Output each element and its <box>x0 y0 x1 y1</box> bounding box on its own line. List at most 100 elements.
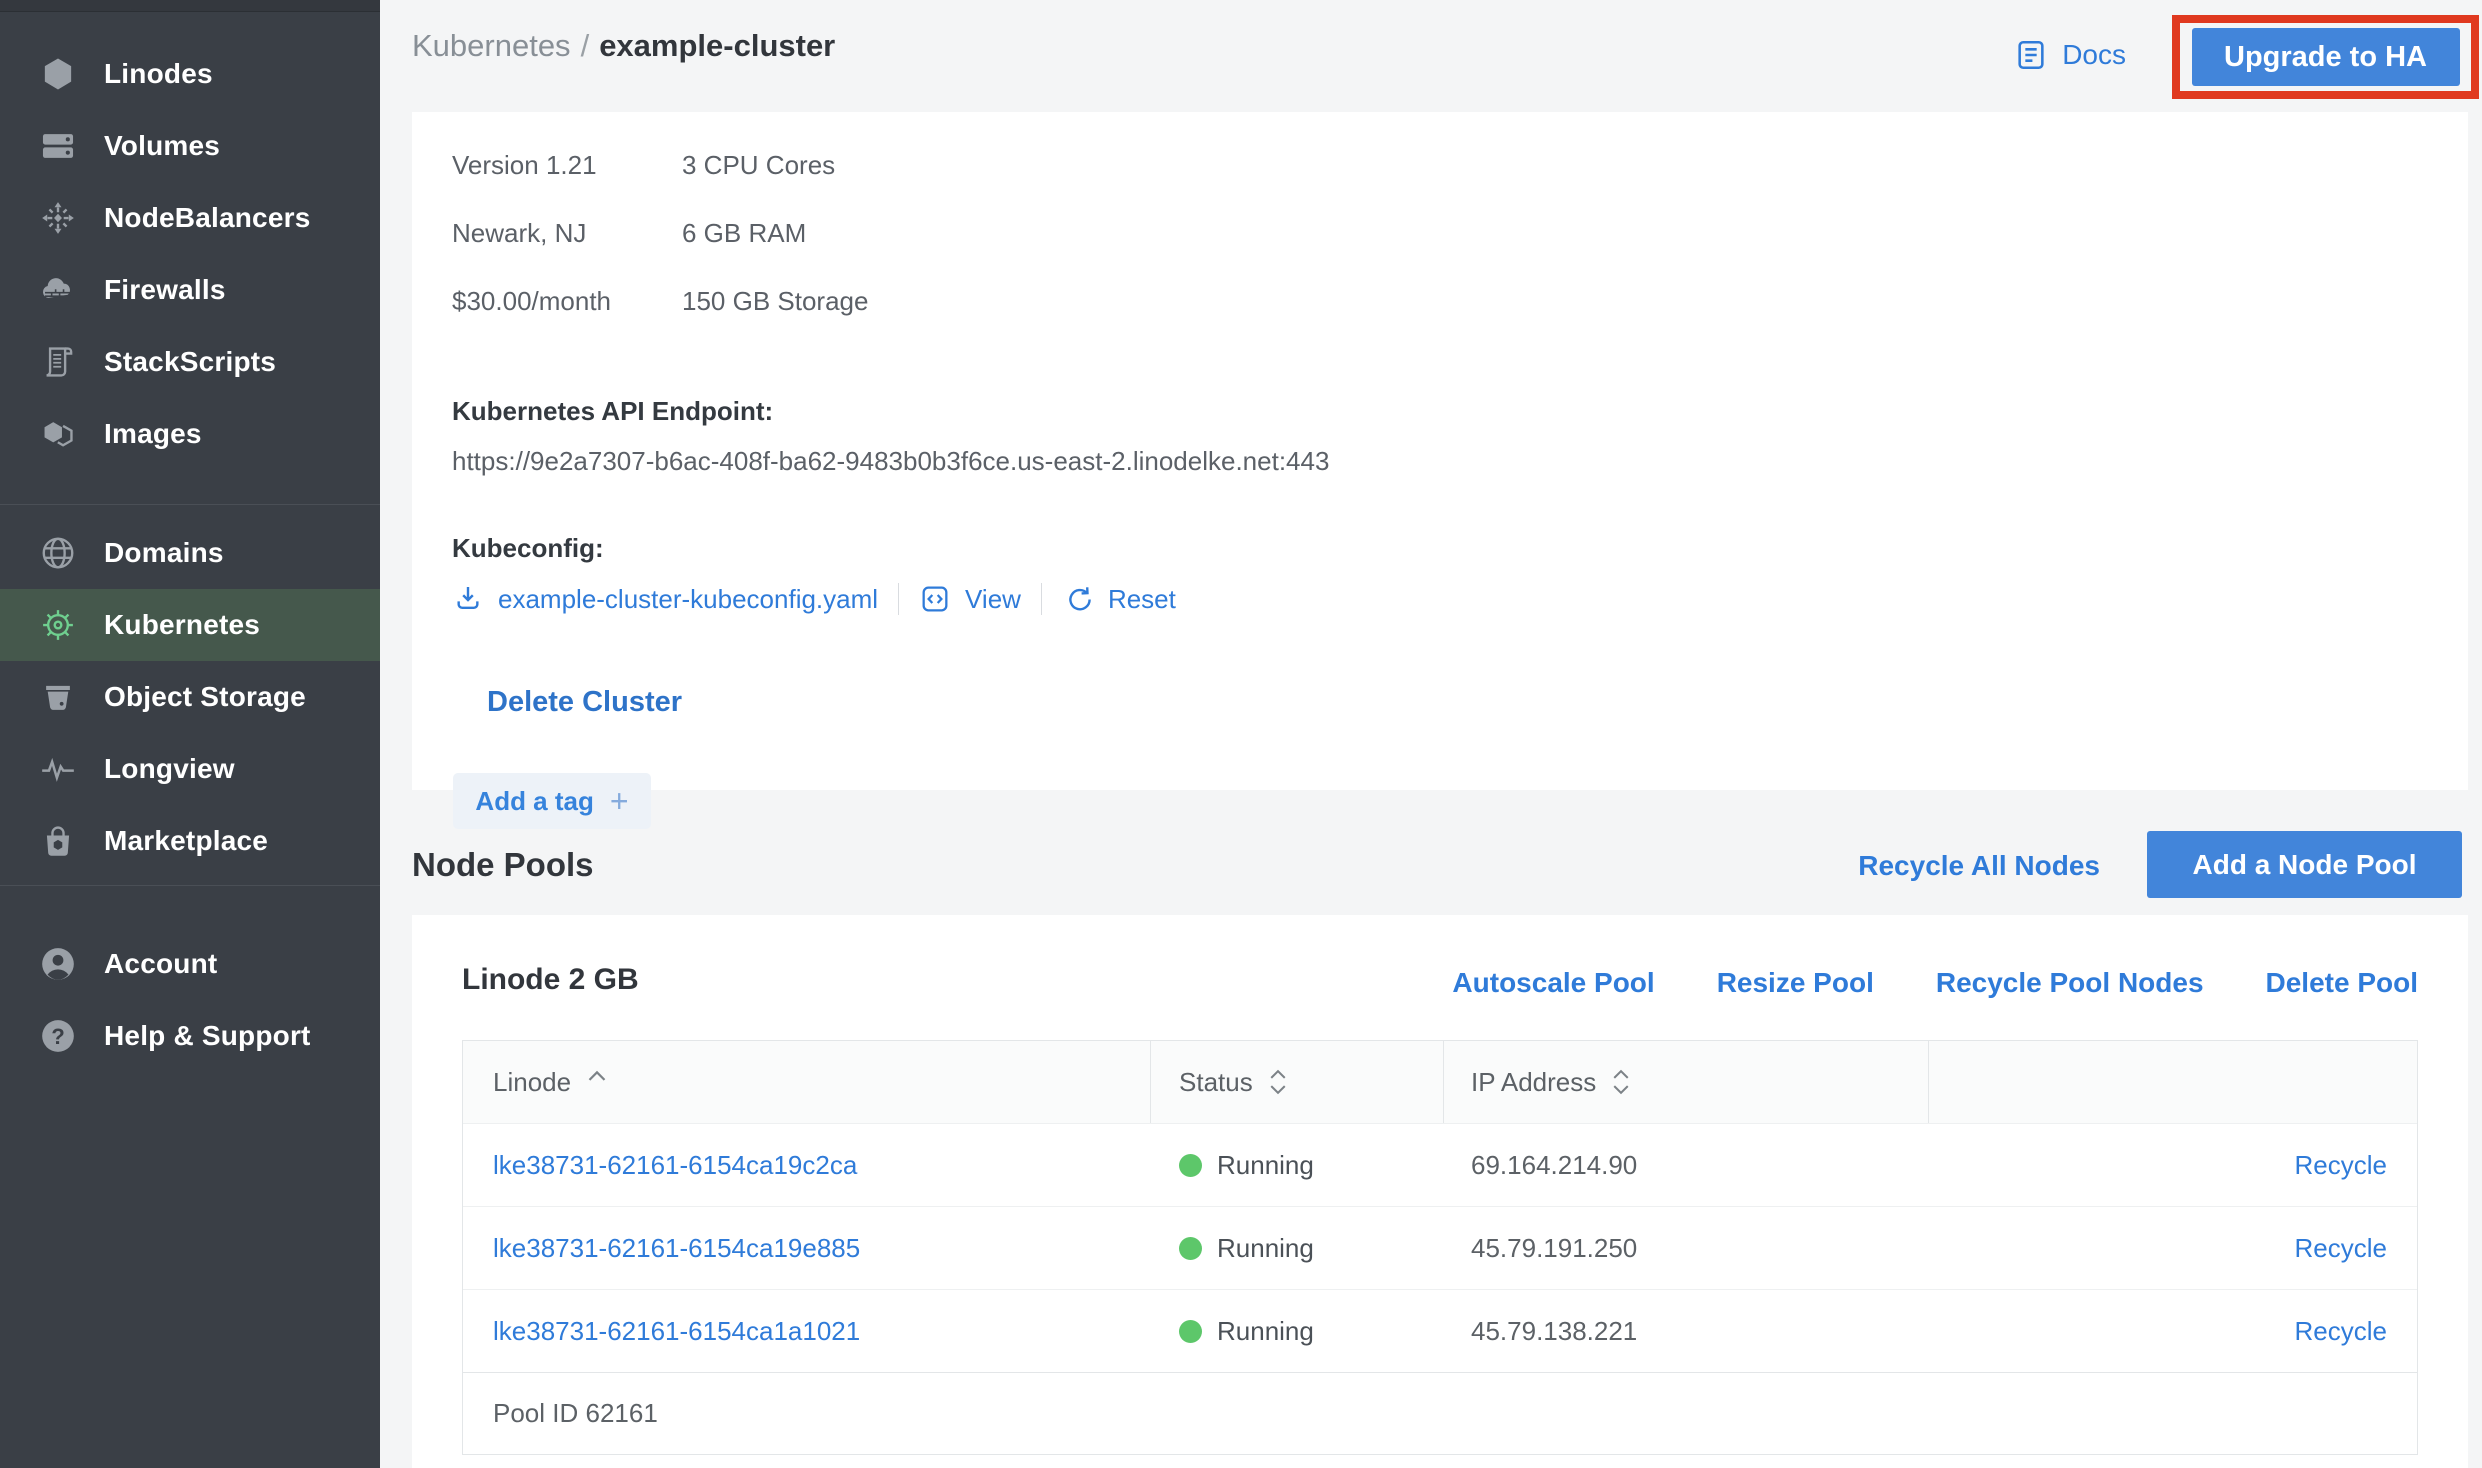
column-header-actions <box>1929 1041 2417 1123</box>
kubeconfig-label: Kubeconfig: <box>452 533 2428 564</box>
recycle-all-nodes-link[interactable]: Recycle All Nodes <box>1858 850 2100 882</box>
status-dot <box>1179 1237 1202 1260</box>
sidebar-top-strip <box>0 0 380 12</box>
sidebar-item-label: Marketplace <box>104 825 268 857</box>
linode-icon <box>36 52 80 96</box>
add-tag-button[interactable]: Add a tag + <box>453 773 651 829</box>
node-link[interactable]: lke38731-62161-6154ca19c2ca <box>493 1150 857 1181</box>
recycle-node-link[interactable]: Recycle <box>2295 1150 2387 1181</box>
recycle-node-link[interactable]: Recycle <box>2295 1233 2387 1264</box>
add-node-pool-button[interactable]: Add a Node Pool <box>2147 831 2462 898</box>
cluster-version: Version 1.21 <box>452 152 682 178</box>
sidebar-item-nodebalancers[interactable]: NodeBalancers <box>0 182 380 254</box>
sidebar-item-label: Domains <box>104 537 224 569</box>
reset-kubeconfig-link[interactable]: Reset <box>1108 584 1176 615</box>
help-icon: ? <box>36 1014 80 1058</box>
linode-cloud-manager: Linodes Volumes NodeBalancers Firewalls <box>0 0 2482 1468</box>
docs-label: Docs <box>2062 39 2126 71</box>
download-icon[interactable] <box>452 583 484 615</box>
sidebar-item-object-storage[interactable]: Object Storage <box>0 661 380 733</box>
autoscale-pool-link[interactable]: Autoscale Pool <box>1452 967 1654 999</box>
node-pools-title: Node Pools <box>412 846 594 884</box>
recycle-node-link[interactable]: Recycle <box>2295 1316 2387 1347</box>
delete-pool-link[interactable]: Delete Pool <box>2266 967 2418 999</box>
kubeconfig-file-link[interactable]: example-cluster-kubeconfig.yaml <box>498 584 878 615</box>
resize-pool-link[interactable]: Resize Pool <box>1717 967 1874 999</box>
docs-file-icon <box>2014 38 2048 72</box>
ip-address: 69.164.214.90 <box>1471 1150 1637 1181</box>
sidebar-item-label: Kubernetes <box>104 609 260 641</box>
cluster-summary-grid: Version 1.21 3 CPU Cores Newark, NJ 6 GB… <box>452 152 2428 356</box>
api-endpoint-label: Kubernetes API Endpoint: <box>452 396 2428 427</box>
upgrade-to-ha-button[interactable]: Upgrade to HA <box>2192 28 2460 86</box>
pool-header: Linode 2 GB Autoscale Pool Resize Pool R… <box>462 915 2418 1040</box>
table-row: lke38731-62161-6154ca19c2ca Running 69.1… <box>463 1123 2417 1206</box>
longview-icon <box>36 747 80 791</box>
sidebar-item-help-support[interactable]: ? Help & Support <box>0 1000 380 1072</box>
annotation-highlight-rect: Upgrade to HA <box>2172 15 2479 99</box>
sort-both-icon <box>1612 1069 1630 1095</box>
sidebar-item-label: Object Storage <box>104 681 306 713</box>
node-link[interactable]: lke38731-62161-6154ca19e885 <box>493 1233 860 1264</box>
column-header-linode[interactable]: Linode <box>463 1041 1151 1123</box>
pool-name: Linode 2 GB <box>462 963 639 997</box>
pool-id-row: Pool ID 62161 <box>463 1372 2417 1454</box>
view-kubeconfig-link[interactable]: View <box>965 584 1021 615</box>
sidebar: Linodes Volumes NodeBalancers Firewalls <box>0 0 380 1468</box>
sidebar-item-volumes[interactable]: Volumes <box>0 110 380 182</box>
sidebar-item-linodes[interactable]: Linodes <box>0 38 380 110</box>
ip-address: 45.79.191.250 <box>1471 1233 1637 1264</box>
volumes-icon <box>36 124 80 168</box>
status-dot <box>1179 1320 1202 1343</box>
sidebar-item-firewalls[interactable]: Firewalls <box>0 254 380 326</box>
cluster-summary-card: Version 1.21 3 CPU Cores Newark, NJ 6 GB… <box>412 112 2468 790</box>
sidebar-divider <box>0 885 380 886</box>
plus-icon: + <box>610 785 629 817</box>
status-text: Running <box>1217 1233 1314 1264</box>
account-icon <box>36 942 80 986</box>
sidebar-item-label: NodeBalancers <box>104 202 310 234</box>
breadcrumb-section-link[interactable]: Kubernetes <box>412 28 571 63</box>
sidebar-item-label: Volumes <box>104 130 220 162</box>
cluster-ram: 6 GB RAM <box>682 220 2428 246</box>
divider <box>898 583 899 615</box>
sidebar-item-label: Linodes <box>104 58 213 90</box>
sidebar-item-label: Account <box>104 948 217 980</box>
node-link[interactable]: lke38731-62161-6154ca1a1021 <box>493 1316 860 1347</box>
docs-link[interactable]: Docs <box>2014 38 2126 72</box>
delete-cluster-link[interactable]: Delete Cluster <box>487 686 682 719</box>
breadcrumb: Kubernetes/example-cluster <box>412 28 835 64</box>
sidebar-item-account[interactable]: Account <box>0 928 380 1000</box>
recycle-pool-nodes-link[interactable]: Recycle Pool Nodes <box>1936 967 2204 999</box>
sidebar-item-label: Firewalls <box>104 274 226 306</box>
pool-actions: Autoscale Pool Resize Pool Recycle Pool … <box>1452 967 2418 999</box>
sidebar-item-kubernetes[interactable]: Kubernetes <box>0 589 380 661</box>
kubernetes-wheel-icon <box>36 603 80 647</box>
reset-refresh-icon <box>1062 583 1094 615</box>
status-dot <box>1179 1154 1202 1177</box>
add-tag-label: Add a tag <box>475 786 593 817</box>
domains-icon <box>36 531 80 575</box>
ip-address: 45.79.138.221 <box>1471 1316 1637 1347</box>
images-icon <box>36 412 80 456</box>
sidebar-item-marketplace[interactable]: Marketplace <box>0 805 380 877</box>
sidebar-item-longview[interactable]: Longview <box>0 733 380 805</box>
sidebar-item-label: Images <box>104 418 202 450</box>
stackscripts-icon <box>36 340 80 384</box>
kubeconfig-row: example-cluster-kubeconfig.yaml View Res… <box>452 582 2428 616</box>
sidebar-item-stackscripts[interactable]: StackScripts <box>0 326 380 398</box>
column-header-ip-address[interactable]: IP Address <box>1444 1041 1929 1123</box>
table-row: lke38731-62161-6154ca19e885 Running 45.7… <box>463 1206 2417 1289</box>
cluster-region: Newark, NJ <box>452 220 682 246</box>
object-storage-icon <box>36 675 80 719</box>
table-row: lke38731-62161-6154ca1a1021 Running 45.7… <box>463 1289 2417 1372</box>
svg-text:?: ? <box>51 1024 65 1049</box>
sidebar-item-images[interactable]: Images <box>0 398 380 470</box>
sidebar-divider <box>0 504 380 505</box>
column-header-status[interactable]: Status <box>1151 1041 1444 1123</box>
divider <box>1041 583 1042 615</box>
sidebar-item-domains[interactable]: Domains <box>0 517 380 589</box>
marketplace-icon <box>36 819 80 863</box>
sidebar-item-label: Longview <box>104 753 235 785</box>
table-header-row: Linode Status IP Address <box>463 1041 2417 1123</box>
